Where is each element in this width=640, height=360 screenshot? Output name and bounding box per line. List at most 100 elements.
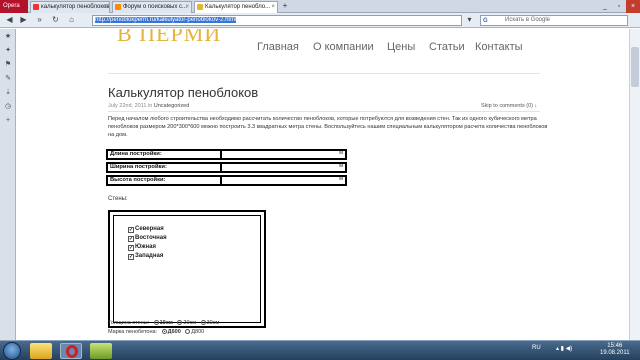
- intro-text: Перед началом любого строительства необх…: [108, 116, 548, 138]
- url-field[interactable]: http://penoblokperm.ru/kalkulyator-penob…: [92, 15, 462, 26]
- walls-title: Стены:: [108, 196, 128, 202]
- google-icon: G: [483, 18, 488, 24]
- thickness-20-radio[interactable]: [177, 320, 183, 325]
- width-unit: м: [339, 163, 343, 169]
- width-input[interactable]: м: [220, 162, 347, 173]
- clock-date: 19.08.2011: [600, 350, 630, 356]
- fast-forward-icon[interactable]: »: [34, 14, 45, 26]
- checkbox-checked-icon: ✓: [128, 254, 134, 260]
- app-taskbar-icon[interactable]: [90, 343, 112, 359]
- address-toolbar: ◀ ▶ » ↻ ⌂ http://penoblokperm.ru/kalkuly…: [0, 13, 640, 28]
- side-panel: ★ ✦ ⚑ ✎ ⇣ ◷ +: [0, 29, 16, 340]
- nav-contacts[interactable]: Контакты: [475, 41, 523, 53]
- width-label: Ширина постройки:: [110, 164, 167, 170]
- dropdown-icon[interactable]: ▾: [464, 14, 475, 26]
- thickness-label: Толщина стены:: [108, 320, 150, 326]
- web-page: В ПЕРМИ Главная О компании Цены Статьи К…: [17, 29, 629, 340]
- panel-add-icon[interactable]: +: [4, 117, 12, 125]
- close-tab-icon[interactable]: ×: [271, 2, 275, 13]
- tab-favicon-icon: [197, 4, 203, 10]
- skip-to-comments-link[interactable]: Skip to comments (0) ↓: [481, 103, 537, 109]
- wall-west-checkbox[interactable]: ✓ Западная: [128, 253, 163, 260]
- tab-calculator-page[interactable]: Калькулятор пенобло... ×: [194, 1, 278, 13]
- brand-d800-radio[interactable]: [185, 329, 191, 334]
- thickness-option: 10см: [159, 320, 173, 326]
- vertical-scrollbar[interactable]: [629, 29, 640, 340]
- opera-menu-button[interactable]: Opera: [0, 0, 28, 13]
- wall-label: Западная: [135, 253, 164, 259]
- close-tab-icon[interactable]: ×: [103, 2, 107, 13]
- opera-logo-icon: [66, 345, 78, 358]
- divider: [108, 111, 540, 112]
- tab-forum[interactable]: Форум о поисковых с... ×: [112, 1, 192, 13]
- wall-label: Северная: [135, 226, 164, 232]
- post-date: July 22nd, 2011: [108, 103, 147, 109]
- clock-time: 15:46: [607, 343, 623, 349]
- forward-icon[interactable]: ▶: [18, 14, 29, 26]
- language-indicator[interactable]: RU: [532, 345, 541, 351]
- divider: [108, 73, 540, 74]
- new-tab-button[interactable]: +: [280, 1, 290, 12]
- transfers-icon[interactable]: ⇣: [4, 89, 12, 97]
- brand-option: Д800: [191, 329, 205, 335]
- maximize-icon[interactable]: ▫: [612, 0, 626, 13]
- nav-prices[interactable]: Цены: [387, 41, 415, 53]
- tab-calculator-search[interactable]: калькулятор пеноблоков ×: [30, 1, 110, 13]
- close-tab-icon[interactable]: ×: [185, 2, 189, 13]
- tab-label: Форум о поисковых с...: [123, 4, 188, 10]
- site-logo[interactable]: В ПЕРМИ: [117, 29, 221, 47]
- height-input[interactable]: м: [220, 175, 347, 186]
- post-category[interactable]: Uncategorized: [154, 103, 189, 109]
- unite-icon[interactable]: ⚑: [4, 61, 12, 69]
- tab-favicon-icon: [33, 4, 39, 10]
- home-icon[interactable]: ⌂: [66, 14, 77, 26]
- wall-south-checkbox[interactable]: ✓ Южная: [128, 244, 156, 251]
- brand-label: Марка пенобетона:: [108, 329, 158, 335]
- nav-home[interactable]: Главная: [257, 41, 299, 53]
- back-icon[interactable]: ◀: [4, 14, 15, 26]
- notes-icon[interactable]: ✎: [4, 75, 12, 83]
- taskbar: RU ▴ ▮ ◀) 15:46 19.08.2011: [0, 340, 640, 360]
- scrollbar-thumb[interactable]: [631, 47, 639, 87]
- thickness-option: 30см: [206, 320, 220, 326]
- tab-favicon-icon: [115, 4, 121, 10]
- tab-label: Калькулятор пенобло...: [205, 4, 271, 10]
- minimize-icon[interactable]: _: [598, 0, 612, 13]
- wall-east-checkbox[interactable]: ✓ Восточная: [128, 235, 167, 242]
- post-in: in: [147, 103, 153, 109]
- explorer-folder-icon[interactable]: [30, 343, 52, 359]
- width-row: Ширина постройки: м: [106, 162, 347, 173]
- thickness-10-radio[interactable]: [153, 320, 159, 325]
- thickness-group: Толщина стены: 10см 20см 30см: [108, 320, 219, 326]
- nav-articles[interactable]: Статьи: [429, 41, 465, 53]
- brand-option: Д600: [167, 329, 181, 335]
- length-unit: м: [339, 150, 343, 156]
- length-row: Длина постройки: м: [106, 149, 347, 160]
- widgets-icon[interactable]: ✦: [4, 47, 12, 55]
- nav-about[interactable]: О компании: [313, 41, 374, 53]
- reload-icon[interactable]: ↻: [50, 14, 61, 26]
- page-title: Калькулятор пеноблоков: [108, 85, 259, 100]
- start-button[interactable]: [3, 342, 21, 360]
- tray-icons[interactable]: ▴ ▮ ◀): [556, 345, 572, 352]
- bookmarks-icon[interactable]: ★: [4, 33, 12, 41]
- window-close-icon[interactable]: ×: [626, 0, 640, 13]
- opera-taskbar-icon[interactable]: [60, 343, 82, 359]
- search-placeholder: Искать в Google: [505, 17, 551, 23]
- search-field[interactable]: G Искать в Google: [480, 15, 628, 26]
- height-row: Высота постройки: м: [106, 175, 347, 186]
- wall-label: Восточная: [135, 235, 167, 241]
- checkbox-checked-icon: ✓: [128, 227, 134, 233]
- brand-d600-radio[interactable]: [161, 329, 167, 334]
- length-input[interactable]: м: [220, 149, 347, 160]
- clock[interactable]: 15:46 19.08.2011: [600, 343, 630, 357]
- thickness-30-radio[interactable]: [200, 320, 206, 325]
- history-icon[interactable]: ◷: [4, 103, 12, 111]
- brand-group: Марка пенобетона: Д600 Д800: [108, 329, 204, 335]
- wall-north-checkbox[interactable]: ✓ Северная: [128, 226, 164, 233]
- thickness-option: 20см: [183, 320, 197, 326]
- tab-bar: Opera калькулятор пеноблоков × Форум о п…: [0, 0, 640, 13]
- tab-label: калькулятор пеноблоков: [41, 4, 110, 10]
- height-label: Высота постройки:: [110, 177, 166, 183]
- walls-box: ✓ Северная ✓ Восточная ✓ Южная ✓ Западная: [108, 210, 266, 328]
